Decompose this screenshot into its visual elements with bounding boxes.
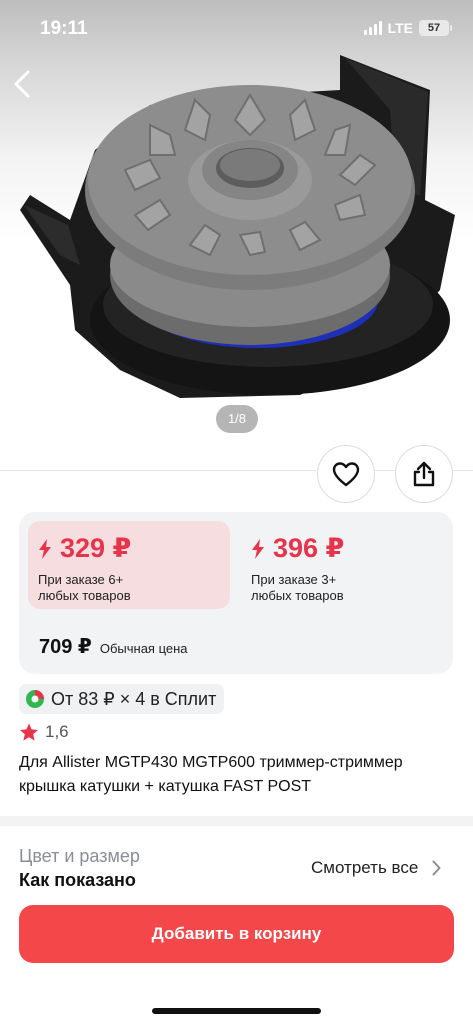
offer-caption: любых товаров	[38, 588, 131, 603]
gallery-pager: 1/8	[216, 405, 258, 433]
rating-value: 1,6	[45, 722, 69, 741]
share-icon	[413, 461, 435, 487]
offer-caption: любых товаров	[251, 588, 344, 603]
add-to-cart-label: Добавить в корзину	[151, 924, 322, 943]
star-icon	[20, 723, 38, 741]
see-all-link[interactable]: Смотреть все	[311, 858, 441, 878]
rating[interactable]: 1,6	[19, 722, 69, 742]
price-panel: 329 ₽ При заказе 6+ любых товаров 396 ₽ …	[19, 512, 453, 674]
home-indicator[interactable]	[152, 1008, 321, 1014]
variant-label: Цвет и размер	[19, 846, 140, 866]
regular-price-row: 709 ₽ Обычная цена	[39, 634, 188, 659]
regular-price-label: Обычная цена	[99, 641, 188, 656]
bulk-offer-3[interactable]: 396 ₽ При заказе 3+ любых товаров	[241, 521, 443, 609]
chevron-right-icon	[432, 860, 441, 876]
product-screen: 1/8 19:11 LTE 57 329 ₽ При заказе 6+ люб…	[0, 0, 473, 1024]
see-all-label: Смотреть все	[311, 858, 419, 877]
split-text: От 83 ₽ × 4 в Сплит	[51, 688, 217, 709]
heart-icon	[332, 462, 360, 487]
share-button[interactable]	[395, 445, 453, 503]
lightning-icon	[252, 538, 264, 559]
split-badge[interactable]: От 83 ₽ × 4 в Сплит	[19, 684, 225, 714]
product-gallery[interactable]: 1/8	[0, 0, 473, 470]
favorite-button[interactable]	[317, 445, 375, 503]
bulk-offer-6[interactable]: 329 ₽ При заказе 6+ любых товаров	[28, 521, 230, 609]
status-indicators: LTE 57	[363, 20, 452, 36]
add-to-cart-button[interactable]: Добавить в корзину	[19, 905, 454, 963]
network-type: LTE	[387, 20, 413, 36]
product-title: Для Allister MGTP430 MGTP600 триммер-стр…	[19, 754, 403, 795]
regular-price: 709 ₽	[39, 636, 92, 658]
variant-value: Как показано	[19, 870, 136, 888]
back-arrow-icon[interactable]	[6, 66, 42, 102]
product-image	[20, 55, 455, 398]
lightning-icon	[39, 538, 51, 559]
battery-icon: 57	[419, 20, 452, 36]
status-time: 19:11	[40, 18, 88, 39]
offer-caption: При заказе 6+	[38, 572, 124, 587]
split-icon	[26, 690, 44, 708]
section-divider	[0, 816, 473, 826]
offer-price: 329 ₽	[60, 533, 132, 563]
offer-price: 396 ₽	[273, 533, 345, 563]
signal-icon	[363, 21, 382, 35]
status-bar: 19:11 LTE 57	[0, 0, 473, 56]
offer-caption: При заказе 3+	[251, 572, 337, 587]
